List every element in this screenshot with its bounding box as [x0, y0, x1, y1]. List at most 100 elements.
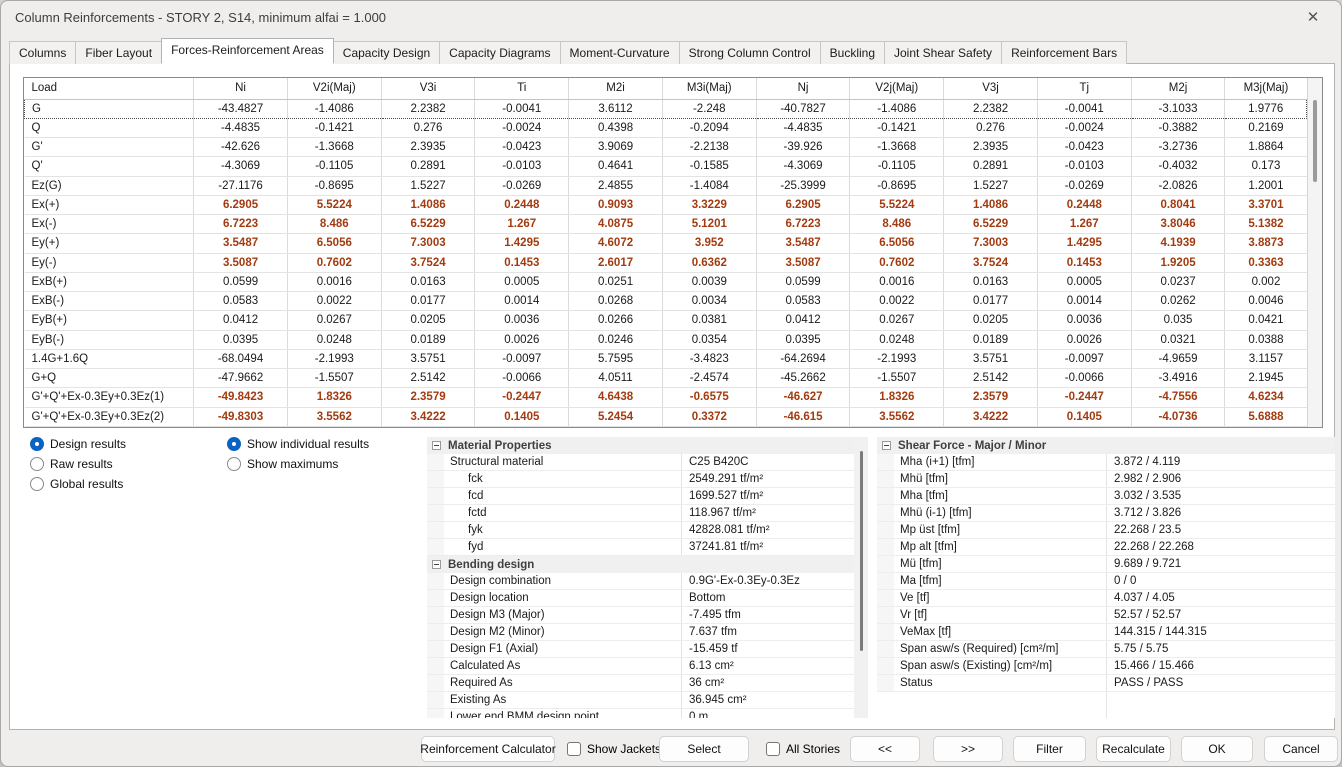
- tab-reinforcement-bars[interactable]: Reinforcement Bars: [1001, 41, 1127, 64]
- column-header-v2i-maj[interactable]: V2i(Maj): [287, 78, 381, 99]
- collapse-icon[interactable]: [432, 560, 441, 569]
- filter-button[interactable]: Filter: [1013, 736, 1086, 762]
- table-row-g-q-ex-0-3ey-0-3ez-2[interactable]: G'+Q'+Ex-0.3Ey+0.3Ez(2)-49.83033.55623.4…: [25, 407, 1307, 427]
- property-row-mha-tfm[interactable]: Mha [tfm]3.032 / 3.535: [877, 488, 1335, 505]
- radio-button-icon[interactable]: [227, 437, 241, 451]
- table-row-ex[interactable]: Ex(-)6.72238.4866.52291.2674.08755.12016…: [25, 215, 1307, 234]
- radio-button-icon[interactable]: [30, 457, 44, 471]
- table-row-ez-g[interactable]: Ez(G)-27.1176-0.86951.5227-0.02692.4855-…: [25, 176, 1307, 195]
- scrollbar-thumb[interactable]: [860, 451, 863, 651]
- property-row-design-m3-major[interactable]: Design M3 (Major)-7.495 tfm: [427, 607, 854, 624]
- column-header-nj[interactable]: Nj: [756, 78, 850, 99]
- property-row-ve-tf[interactable]: Ve [tf]4.037 / 4.05: [877, 590, 1335, 607]
- property-row-mp-st-tfm[interactable]: Mp üst [tfm]22.268 / 23.5: [877, 522, 1335, 539]
- column-header-load[interactable]: Load: [25, 78, 194, 99]
- property-row-required-as[interactable]: Required As36 cm²: [427, 675, 854, 692]
- property-row-lower-end-bmm-design-point[interactable]: Lower end BMM design point0 m: [427, 709, 854, 718]
- tab-forces-reinforcement-areas[interactable]: Forces-Reinforcement Areas: [161, 38, 334, 64]
- property-row-design-m2-minor[interactable]: Design M2 (Minor)7.637 tfm: [427, 624, 854, 641]
- -button[interactable]: >>: [933, 736, 1003, 762]
- collapse-icon[interactable]: [882, 441, 891, 450]
- column-header-m3j-maj[interactable]: M3j(Maj): [1225, 78, 1307, 99]
- property-row-status[interactable]: StatusPASS / PASS: [877, 675, 1335, 692]
- table-row-ex[interactable]: Ex(+)6.29055.52241.40860.24480.90933.322…: [25, 195, 1307, 214]
- column-header-m2j[interactable]: M2j: [1131, 78, 1225, 99]
- column-header-ti[interactable]: Ti: [475, 78, 569, 99]
- table-row-ey[interactable]: Ey(+)3.54876.50567.30031.42954.60723.952…: [25, 234, 1307, 253]
- recalculate-button[interactable]: Recalculate: [1096, 736, 1171, 762]
- property-row-vr-tf[interactable]: Vr [tf]52.57 / 52.57: [877, 607, 1335, 624]
- column-header-v3j[interactable]: V3j: [944, 78, 1038, 99]
- column-header-m3i-maj[interactable]: M3i(Maj): [662, 78, 756, 99]
- property-row-span-asw-s-required-cm-m[interactable]: Span asw/s (Required) [cm²/m]5.75 / 5.75: [877, 641, 1335, 658]
- radio-show-maximums[interactable]: Show maximums: [227, 456, 338, 472]
- table-vertical-scrollbar[interactable]: [1307, 78, 1322, 427]
- property-row-fcd[interactable]: fcd1699.527 tf/m²: [427, 488, 854, 505]
- property-row-vemax-tf[interactable]: VeMax [tf]144.315 / 144.315: [877, 624, 1335, 641]
- all-stories-checkbox[interactable]: All Stories: [766, 739, 840, 759]
- property-row-structural-material[interactable]: Structural materialC25 B420C: [427, 454, 854, 471]
- property-row-fctd[interactable]: fctd118.967 tf/m²: [427, 505, 854, 522]
- property-row-fyk[interactable]: fyk42828.081 tf/m²: [427, 522, 854, 539]
- tab-capacity-design[interactable]: Capacity Design: [333, 41, 440, 64]
- show-jackets-checkbox[interactable]: Show Jackets: [567, 739, 661, 759]
- property-row-mha-i-1-tfm[interactable]: Mha (i+1) [tfm]3.872 / 4.119: [877, 454, 1335, 471]
- property-row-design-location[interactable]: Design locationBottom: [427, 590, 854, 607]
- tab-moment-curvature[interactable]: Moment-Curvature: [560, 41, 680, 64]
- reinforcement-calculator-button[interactable]: Reinforcement Calculator: [421, 736, 555, 762]
- property-row-calculated-as[interactable]: Calculated As6.13 cm²: [427, 658, 854, 675]
- property-row-m-tfm[interactable]: Mü [tfm]9.689 / 9.721: [877, 556, 1335, 573]
- tab-joint-shear-safety[interactable]: Joint Shear Safety: [884, 41, 1002, 64]
- radio-raw-results[interactable]: Raw results: [30, 456, 113, 472]
- radio-button-icon[interactable]: [30, 477, 44, 491]
- table-row-1-4g-1-6q[interactable]: 1.4G+1.6Q-68.0494-2.19933.5751-0.00975.7…: [25, 349, 1307, 368]
- property-row-mp-alt-tfm[interactable]: Mp alt [tfm]22.268 / 22.268: [877, 539, 1335, 556]
- table-row-g-q[interactable]: G+Q-47.9662-1.55072.5142-0.00664.0511-2.…: [25, 369, 1307, 388]
- tab-columns[interactable]: Columns: [9, 41, 76, 64]
- property-row-design-combination[interactable]: Design combination0.9G'-Ex-0.3Ey-0.3Ez: [427, 573, 854, 590]
- radio-button-icon[interactable]: [227, 457, 241, 471]
- close-icon[interactable]: ✕: [1299, 8, 1327, 26]
- titlebar[interactable]: Column Reinforcements - STORY 2, S14, mi…: [1, 1, 1341, 33]
- checkbox-icon[interactable]: [567, 742, 581, 756]
- table-row-eyb[interactable]: EyB(+)0.04120.02670.02050.00360.02660.03…: [25, 311, 1307, 330]
- property-row-span-asw-s-existing-cm-m[interactable]: Span asw/s (Existing) [cm²/m]15.466 / 15…: [877, 658, 1335, 675]
- select-button[interactable]: Select: [659, 736, 749, 762]
- table-row-g[interactable]: G'-42.626-1.36682.3935-0.04233.9069-2.21…: [25, 138, 1307, 157]
- table-row-ey[interactable]: Ey(-)3.50870.76023.75240.14532.60170.636…: [25, 253, 1307, 272]
- table-row-q[interactable]: Q-4.4835-0.14210.276-0.00240.4398-0.2094…: [25, 118, 1307, 137]
- property-row-fck[interactable]: fck2549.291 tf/m²: [427, 471, 854, 488]
- column-header-ni[interactable]: Ni: [194, 78, 288, 99]
- tab-fiber-layout[interactable]: Fiber Layout: [75, 41, 162, 64]
- collapse-icon[interactable]: [432, 441, 441, 450]
- property-row-mh-i-1-tfm[interactable]: Mhü (i-1) [tfm]3.712 / 3.826: [877, 505, 1335, 522]
- column-header-v3i[interactable]: V3i: [381, 78, 475, 99]
- radio-show-individual-results[interactable]: Show individual results: [227, 436, 369, 452]
- radio-global-results[interactable]: Global results: [30, 476, 123, 492]
- radio-button-icon[interactable]: [30, 437, 44, 451]
- radio-design-results[interactable]: Design results: [30, 436, 126, 452]
- column-header-v2j-maj[interactable]: V2j(Maj): [850, 78, 944, 99]
- panel-vertical-scrollbar[interactable]: [854, 437, 868, 718]
- tab-capacity-diagrams[interactable]: Capacity Diagrams: [439, 41, 560, 64]
- table-row-exb[interactable]: ExB(+)0.05990.00160.01630.00050.02510.00…: [25, 272, 1307, 291]
- property-row-design-f1-axial[interactable]: Design F1 (Axial)-15.459 tf: [427, 641, 854, 658]
- property-row-existing-as[interactable]: Existing As36.945 cm²: [427, 692, 854, 709]
- property-row-fyd[interactable]: fyd37241.81 tf/m²: [427, 539, 854, 556]
- ok-button[interactable]: OK: [1181, 736, 1253, 762]
- table-row-g[interactable]: G-43.4827-1.40862.2382-0.00413.6112-2.24…: [25, 99, 1307, 118]
- tab-buckling[interactable]: Buckling: [820, 41, 885, 64]
- table-row-eyb[interactable]: EyB(-)0.03950.02480.01890.00260.02460.03…: [25, 330, 1307, 349]
- tab-strong-column-control[interactable]: Strong Column Control: [679, 41, 821, 64]
- table-row-exb[interactable]: ExB(-)0.05830.00220.01770.00140.02680.00…: [25, 292, 1307, 311]
- checkbox-icon[interactable]: [766, 742, 780, 756]
- table-row-g-q-ex-0-3ey-0-3ez-1[interactable]: G'+Q'+Ex-0.3Ey+0.3Ez(1)-49.84231.83262.3…: [25, 388, 1307, 407]
- property-row-ma-tfm[interactable]: Ma [tfm]0 / 0: [877, 573, 1335, 590]
- table-row-q[interactable]: Q'-4.3069-0.11050.2891-0.01030.4641-0.15…: [25, 157, 1307, 176]
- column-header-m2i[interactable]: M2i: [569, 78, 663, 99]
- -button[interactable]: <<: [850, 736, 920, 762]
- cancel-button[interactable]: Cancel: [1264, 736, 1338, 762]
- property-row-mh-tfm[interactable]: Mhü [tfm]2.982 / 2.906: [877, 471, 1335, 488]
- scrollbar-thumb[interactable]: [1313, 100, 1317, 182]
- column-header-tj[interactable]: Tj: [1037, 78, 1131, 99]
